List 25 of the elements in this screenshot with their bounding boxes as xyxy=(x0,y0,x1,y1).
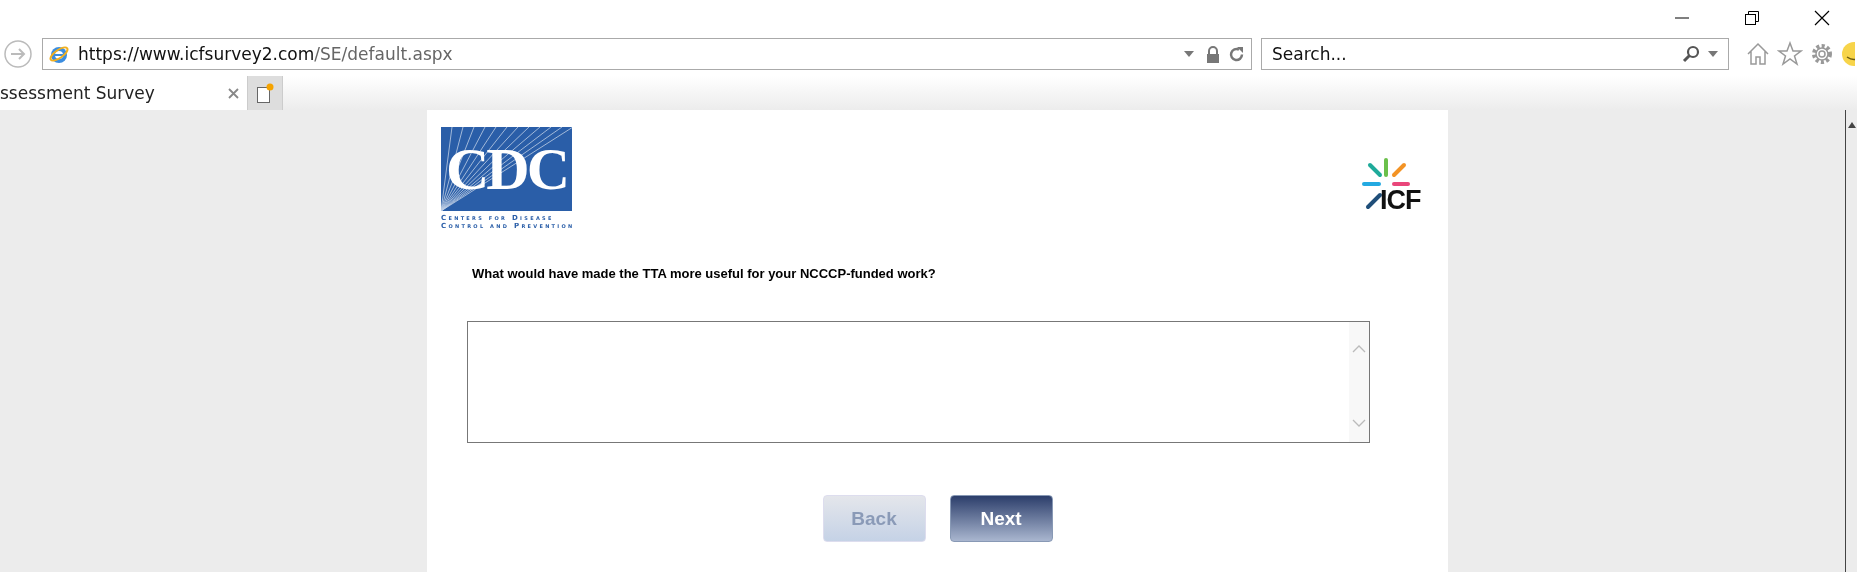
restore-icon[interactable] xyxy=(1744,10,1760,26)
page-scrollbar[interactable] xyxy=(1845,110,1857,572)
search-field[interactable]: Search... xyxy=(1270,43,1674,65)
dropdown-caret-icon[interactable] xyxy=(1708,51,1718,57)
settings-icon[interactable] xyxy=(1809,41,1835,67)
close-icon[interactable] xyxy=(1814,10,1830,26)
home-icon[interactable] xyxy=(1745,41,1771,67)
url-text: https://www.icfsurvey2.com/SE/default.aspx xyxy=(78,44,454,64)
icf-logo: ICF xyxy=(1360,157,1440,215)
smiley-icon[interactable] xyxy=(1841,41,1855,67)
star-icon[interactable] xyxy=(1777,41,1803,67)
lock-icon[interactable] xyxy=(1206,45,1220,63)
question-text: What would have made the TTA more useful for your NCCCP-funded work? xyxy=(472,266,937,281)
refresh-icon[interactable] xyxy=(1228,45,1245,63)
new-tab-icon xyxy=(256,83,274,103)
scroll-up-icon[interactable] xyxy=(1847,122,1856,128)
search-bar[interactable]: Search... xyxy=(1261,38,1729,70)
close-tab-icon[interactable] xyxy=(228,87,239,99)
next-button[interactable]: Next xyxy=(949,495,1053,542)
new-tab-button[interactable] xyxy=(247,76,283,110)
address-bar[interactable]: https://www.icfsurvey2.com/SE/default.aspx xyxy=(42,38,1252,70)
search-icon[interactable] xyxy=(1682,45,1700,63)
cdc-logo: CDC xyxy=(441,127,572,211)
dropdown-caret-icon[interactable] xyxy=(1184,51,1194,57)
browser-logo-icon xyxy=(48,43,70,65)
